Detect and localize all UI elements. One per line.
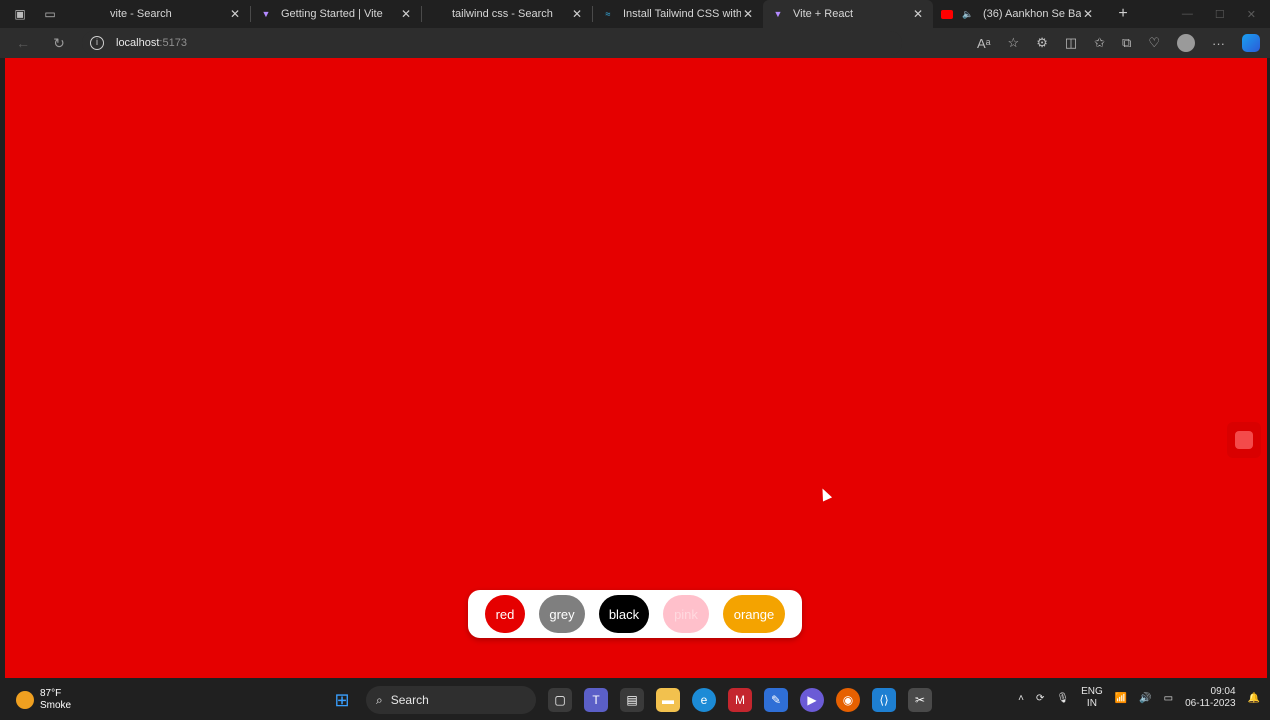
search-label: Search <box>390 693 429 707</box>
search-favicon-icon <box>430 7 444 21</box>
chevron-up-icon[interactable]: ˄ <box>1018 693 1024 704</box>
tab-title: vite - Search <box>110 8 172 20</box>
window-controls: — ☐ ✕ <box>1182 8 1270 21</box>
wifi-icon[interactable]: 📶 <box>1115 693 1127 704</box>
new-tab-button[interactable]: + <box>1111 2 1135 26</box>
floating-tool-button[interactable] <box>1227 422 1261 458</box>
pen-app-icon[interactable]: ✎ <box>764 688 788 712</box>
sync-icon[interactable]: ⟳ <box>1036 693 1044 704</box>
refresh-button[interactable]: ↻ <box>46 30 72 56</box>
tab-title: (36) Aankhon Se Bata <box>983 8 1081 20</box>
workspaces-icon[interactable]: ▣ <box>12 6 28 22</box>
address-bar[interactable]: i localhost:5173 <box>82 31 902 55</box>
black-button[interactable]: black <box>599 595 649 633</box>
close-window-icon[interactable]: ✕ <box>1247 8 1256 21</box>
language-indicator[interactable]: ENG IN <box>1081 686 1103 710</box>
clock-date: 06-11-2023 <box>1185 698 1236 709</box>
taskbar: 87°F Smoke ⊞ ⌕ Search ▢ T ▤ ▬ e M ✎ ▶ ◉ … <box>0 680 1270 720</box>
vite-favicon-icon: ▼ <box>261 9 271 19</box>
tab-vite-search[interactable]: vite - Search ✕ <box>80 0 250 28</box>
mcafee-icon[interactable]: M <box>728 688 752 712</box>
snipping-tool-icon[interactable]: ✂ <box>908 688 932 712</box>
lang-code: ENG <box>1081 686 1103 697</box>
file-explorer-icon[interactable]: ▬ <box>656 688 680 712</box>
close-icon[interactable]: ✕ <box>228 7 242 21</box>
vscode-icon[interactable]: ⟨⟩ <box>872 688 896 712</box>
url-host: localhost <box>116 37 160 49</box>
lang-region: IN <box>1086 698 1097 709</box>
pink-button[interactable]: pink <box>663 595 709 633</box>
start-icon[interactable]: ⊞ <box>330 688 354 712</box>
weather-desc: Smoke <box>40 700 72 711</box>
edge-icon[interactable]: e <box>692 688 716 712</box>
address-bar-row: ← ↻ i localhost:5173 Aᵃ ☆ ⚙ ◫ ✩ ⧉ ♡ ··· <box>0 28 1270 58</box>
volume-icon[interactable]: 🔊 <box>1139 693 1151 704</box>
close-icon[interactable]: ✕ <box>741 7 755 21</box>
red-button[interactable]: red <box>485 595 525 633</box>
teams-icon[interactable]: T <box>584 688 608 712</box>
media-player-icon[interactable]: ▶ <box>800 688 824 712</box>
system-tray: ˄ ⟳ 🎙 ENG IN 📶 🔊 ▭ 09:04 06-11-2023 🔔 <box>1018 686 1260 710</box>
tab-vite-react[interactable]: ▼ Vite + React ✕ <box>763 0 933 28</box>
favorites-icon[interactable]: ✩ <box>1094 35 1105 51</box>
grey-button[interactable]: grey <box>539 595 585 633</box>
task-view-icon[interactable]: ▢ <box>548 688 572 712</box>
tab-actions-icon[interactable]: ▭ <box>42 6 58 22</box>
favorite-star-icon[interactable]: ☆ <box>1008 35 1020 51</box>
color-picker-bar: red grey black pink orange <box>468 590 802 638</box>
weather-icon <box>16 691 34 709</box>
search-favicon-icon <box>88 7 102 21</box>
extensions-icon[interactable]: ⚙ <box>1036 35 1048 51</box>
store-icon[interactable]: ▤ <box>620 688 644 712</box>
tool-icon <box>1235 431 1253 449</box>
close-icon[interactable]: ✕ <box>1081 7 1095 21</box>
more-options-icon[interactable]: ··· <box>1212 36 1225 51</box>
orange-button[interactable]: orange <box>723 595 785 633</box>
toolbar-icons: Aᵃ ☆ ⚙ ◫ ✩ ⧉ ♡ ··· <box>977 34 1270 52</box>
minimize-icon[interactable]: — <box>1182 8 1193 21</box>
microphone-icon[interactable]: 🎙 <box>1056 693 1069 704</box>
back-button[interactable]: ← <box>10 30 36 56</box>
maximize-icon[interactable]: ☐ <box>1215 8 1225 21</box>
speaker-icon[interactable]: 🔈 <box>961 7 975 21</box>
close-icon[interactable]: ✕ <box>399 7 413 21</box>
close-icon[interactable]: ✕ <box>570 7 584 21</box>
tab-getting-started-vite[interactable]: ▼ Getting Started | Vite ✕ <box>251 0 421 28</box>
tab-title: Vite + React <box>793 8 854 20</box>
read-aloud-icon[interactable]: Aᵃ <box>977 36 991 51</box>
close-icon[interactable]: ✕ <box>911 7 925 21</box>
page-viewport: red grey black pink orange <box>5 58 1267 678</box>
tab-install-tailwind[interactable]: ≈ Install Tailwind CSS with V ✕ <box>593 0 763 28</box>
profile-avatar[interactable] <box>1177 34 1195 52</box>
clock[interactable]: 09:04 06-11-2023 <box>1185 686 1235 710</box>
firefox-icon[interactable]: ◉ <box>836 688 860 712</box>
tab-youtube[interactable]: 🔈 (36) Aankhon Se Bata ✕ <box>933 0 1103 28</box>
vite-favicon-icon: ▼ <box>773 9 783 19</box>
tab-actions: ▣ ▭ <box>0 0 80 28</box>
performance-icon[interactable]: ♡ <box>1148 35 1160 51</box>
taskbar-search[interactable]: ⌕ Search <box>366 686 536 714</box>
tab-title: tailwind css - Search <box>452 8 553 20</box>
weather-widget[interactable]: 87°F Smoke <box>0 688 200 712</box>
tab-title: Getting Started | Vite <box>281 8 383 20</box>
tab-bar: ▣ ▭ vite - Search ✕ ▼ Getting Started | … <box>0 0 1270 28</box>
tab-tailwind-search[interactable]: tailwind css - Search ✕ <box>422 0 592 28</box>
youtube-favicon-icon <box>941 9 953 19</box>
url-port: :5173 <box>159 37 187 49</box>
collections-icon[interactable]: ⧉ <box>1122 35 1131 51</box>
copilot-icon[interactable] <box>1242 34 1260 52</box>
taskbar-apps: ⊞ ⌕ Search ▢ T ▤ ▬ e M ✎ ▶ ◉ ⟨⟩ ✂ <box>330 686 932 714</box>
split-screen-icon[interactable]: ◫ <box>1065 35 1077 51</box>
clock-time: 09:04 <box>1210 686 1236 697</box>
tab-title: Install Tailwind CSS with V <box>623 8 741 20</box>
weather-temp: 87°F <box>40 688 62 699</box>
tailwind-favicon-icon: ≈ <box>605 9 611 19</box>
battery-icon[interactable]: ▭ <box>1164 693 1173 704</box>
search-icon: ⌕ <box>376 692 383 707</box>
site-info-icon[interactable]: i <box>90 36 104 50</box>
mouse-cursor <box>817 486 833 502</box>
notification-icon[interactable]: 🔔 <box>1248 693 1260 704</box>
